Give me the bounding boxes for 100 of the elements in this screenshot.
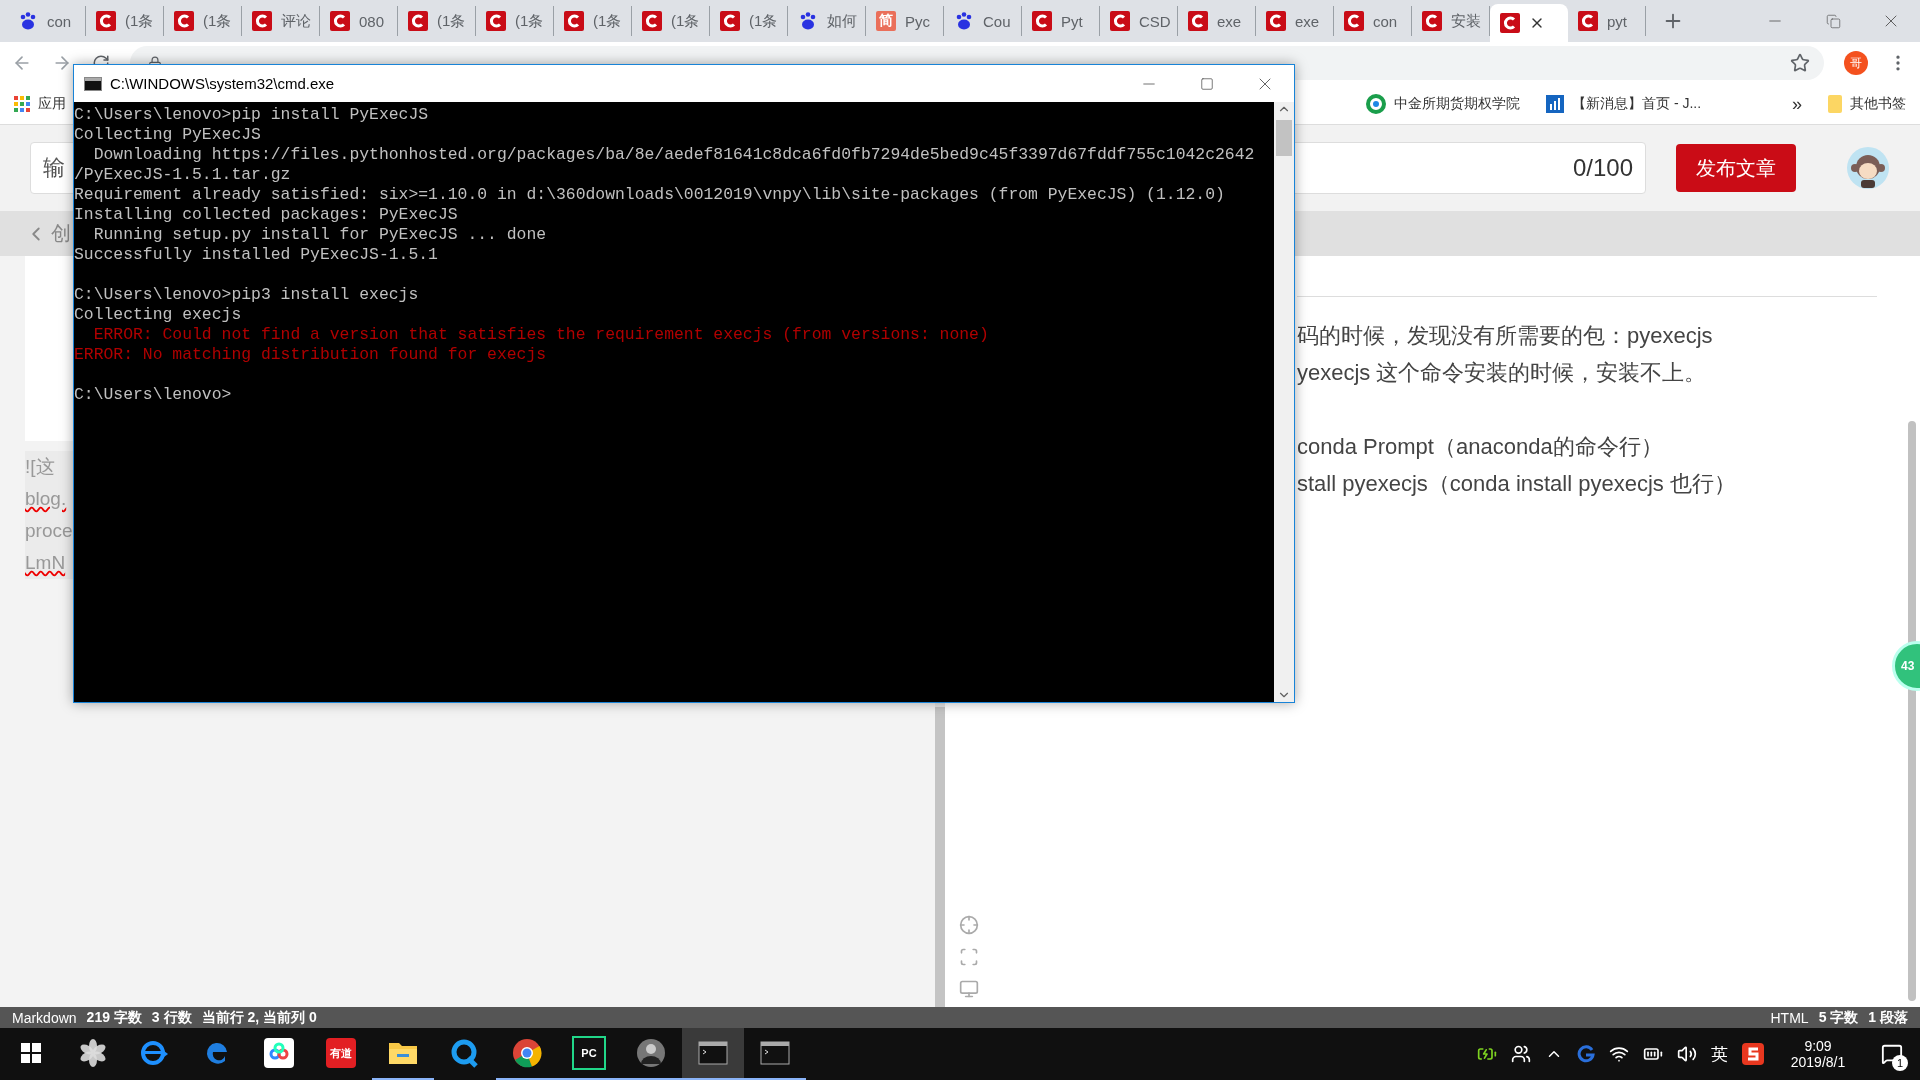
browser-tab[interactable]: (1条 <box>554 6 632 36</box>
bookmark-star-icon[interactable] <box>1790 53 1810 73</box>
c-logo-icon <box>564 11 584 31</box>
c-logo-icon <box>330 11 350 31</box>
editor-text: proce <box>25 519 73 543</box>
console-line: C:\Users\lenovo>pip install PyExecJS <box>74 105 429 125</box>
browser-q-icon <box>450 1038 480 1068</box>
status-text: 5 字数 <box>1818 1008 1859 1027</box>
c-logo-icon <box>1422 11 1442 31</box>
console-line: Running setup.py install for PyExecJS ... done <box>92 225 547 245</box>
console-icon <box>698 1041 728 1065</box>
browser-tab[interactable]: 如何 <box>788 6 866 36</box>
c-logo-icon <box>252 11 272 31</box>
maximize-icon[interactable] <box>1200 76 1214 91</box>
bookmark-item[interactable]: 中金所期货期权学院 <box>1366 94 1520 114</box>
back-link[interactable]: 创 <box>25 220 71 247</box>
publish-button[interactable]: 发布文章 <box>1676 144 1796 192</box>
browser-tab[interactable]: pyt <box>1568 6 1646 36</box>
browser-tab[interactable]: 080 <box>320 6 398 36</box>
console-line: Requirement already satisfied: six>=1.10.0 in d:\360downloads\0012019\vnpy\lib\site-packages (from PyExecJS) (1.12.0) <box>74 185 1225 205</box>
bookmark-folder[interactable]: 其他书签 <box>1828 95 1906 113</box>
status-text: HTML <box>1770 1009 1809 1026</box>
browser-tab[interactable]: CSD <box>1100 6 1178 36</box>
taskbar-app[interactable] <box>682 1028 744 1080</box>
ring-logo-icon <box>1366 94 1386 114</box>
browser-tab[interactable]: (1条 <box>398 6 476 36</box>
paw-icon <box>18 11 38 31</box>
paw-icon <box>954 11 974 31</box>
folder-icon <box>388 1040 418 1066</box>
browser-tab[interactable]: con <box>1334 6 1412 36</box>
people-icon[interactable] <box>1511 1044 1531 1064</box>
scrollbar[interactable] <box>1274 102 1294 702</box>
console-line: Downloading https://files.pythonhosted.org/packages/ba/8e/aedef81641c8dca6fd0fb7294de5bed9c45f3397d67fddf755c1042c2642 <box>92 145 1255 165</box>
bar-chart-icon <box>1546 95 1564 113</box>
notification-icon[interactable] <box>1881 1043 1903 1065</box>
editor-text: blog. <box>25 487 67 511</box>
browser-tab[interactable]: (1条 <box>476 6 554 36</box>
browser-tab[interactable]: (1条 <box>710 6 788 36</box>
logo-icon: 简 <box>876 11 896 31</box>
browser-tab[interactable]: exe <box>1178 6 1256 36</box>
browser-tab[interactable]: (1条 <box>86 6 164 36</box>
editor-text: ![这 <box>25 455 55 479</box>
folder-icon <box>1828 95 1842 113</box>
apps-icon <box>14 96 30 112</box>
browser-tab[interactable]: 安装 <box>1412 6 1490 36</box>
bookmark-item[interactable]: 应用 <box>14 95 66 113</box>
volume-icon[interactable] <box>1677 1044 1697 1064</box>
console-line: ERROR: Could not find a version that satisfies the requirement execjs (from versions: none) <box>92 325 989 345</box>
console-line: /PyExecJS-1.5.1.tar.gz <box>74 165 291 185</box>
browser-tab[interactable]: 评论 <box>242 6 320 36</box>
preview-text: yexecjs 这个命令安装的时候，安装不上。 <box>1297 359 1708 387</box>
browser-tab[interactable]: (1条 <box>164 6 242 36</box>
split-scrollbar[interactable] <box>935 707 945 1007</box>
notification-count: 1 <box>1892 1055 1908 1071</box>
windows-logo-icon[interactable] <box>21 1043 41 1063</box>
browser-tab[interactable] <box>1490 4 1568 42</box>
c-logo-icon <box>96 11 116 31</box>
taskbar-app[interactable]: PC <box>558 1028 620 1080</box>
taskbar-app[interactable]: 有道 <box>310 1028 372 1080</box>
preview-text: 码的时候，发现没有所需要的包：pyexecjs <box>1297 322 1714 350</box>
c-logo-icon <box>1266 11 1286 31</box>
bookmark-item[interactable]: 【新消息】首页 - J... <box>1546 95 1702 113</box>
window-title: C:\WINDOWS\system32\cmd.exe <box>110 75 335 92</box>
scrollbar-thumb[interactable] <box>1276 120 1292 156</box>
browser-tab[interactable]: con <box>8 6 86 36</box>
browser-tab[interactable]: (1条 <box>632 6 710 36</box>
console-line: Successfully installed PyExecJS-1.5.1 <box>74 245 438 265</box>
profile-avatar[interactable]: 哥 <box>1844 51 1868 75</box>
browser-tab[interactable]: Pyt <box>1022 6 1100 36</box>
ime-indicator[interactable]: 英 <box>1711 1042 1728 1066</box>
avatar-icon[interactable] <box>1846 146 1890 190</box>
s-logo-icon[interactable] <box>1742 1043 1764 1065</box>
g-logo-icon[interactable] <box>1577 1045 1595 1063</box>
editor-text: LmN <box>25 551 66 575</box>
preview-text: stall pyexecjs（conda install pyexecjs 也行） <box>1297 470 1737 498</box>
more-bookmarks-button[interactable]: » <box>1792 93 1802 115</box>
browser-tab[interactable]: 简 Pyc <box>866 6 944 36</box>
c-logo-icon <box>720 11 740 31</box>
status-text: 1 段落 <box>1868 1008 1908 1027</box>
clock[interactable]: 9:09 2019/8/1 <box>1778 1038 1858 1070</box>
console-line: C:\Users\lenovo>pip3 install execjs <box>74 285 419 305</box>
browser-tab[interactable]: exe <box>1256 6 1334 36</box>
c-logo-icon <box>642 11 662 31</box>
wifi-icon[interactable] <box>1609 1044 1629 1064</box>
console-line: C:\Users\lenovo> <box>74 385 232 405</box>
status-text: 219 字数 <box>86 1008 142 1027</box>
c-logo-icon <box>486 11 506 31</box>
console-line: Collecting execjs <box>74 305 242 325</box>
console-line: Collecting PyExecJS <box>74 125 261 145</box>
figure-photo-icon <box>636 1038 666 1068</box>
c-logo-icon <box>1344 11 1364 31</box>
cloud-app-icon <box>264 1038 294 1068</box>
browser-ball-icon <box>512 1038 542 1068</box>
c-logo-icon <box>1500 13 1520 33</box>
c-logo-icon <box>408 11 428 31</box>
c-logo-icon <box>174 11 194 31</box>
console-line: Installing collected packages: PyExecJS <box>74 205 458 225</box>
browser-e-icon <box>140 1039 170 1067</box>
status-text: 3 行数 <box>151 1008 192 1027</box>
browser-tab[interactable]: Cou <box>944 6 1022 36</box>
